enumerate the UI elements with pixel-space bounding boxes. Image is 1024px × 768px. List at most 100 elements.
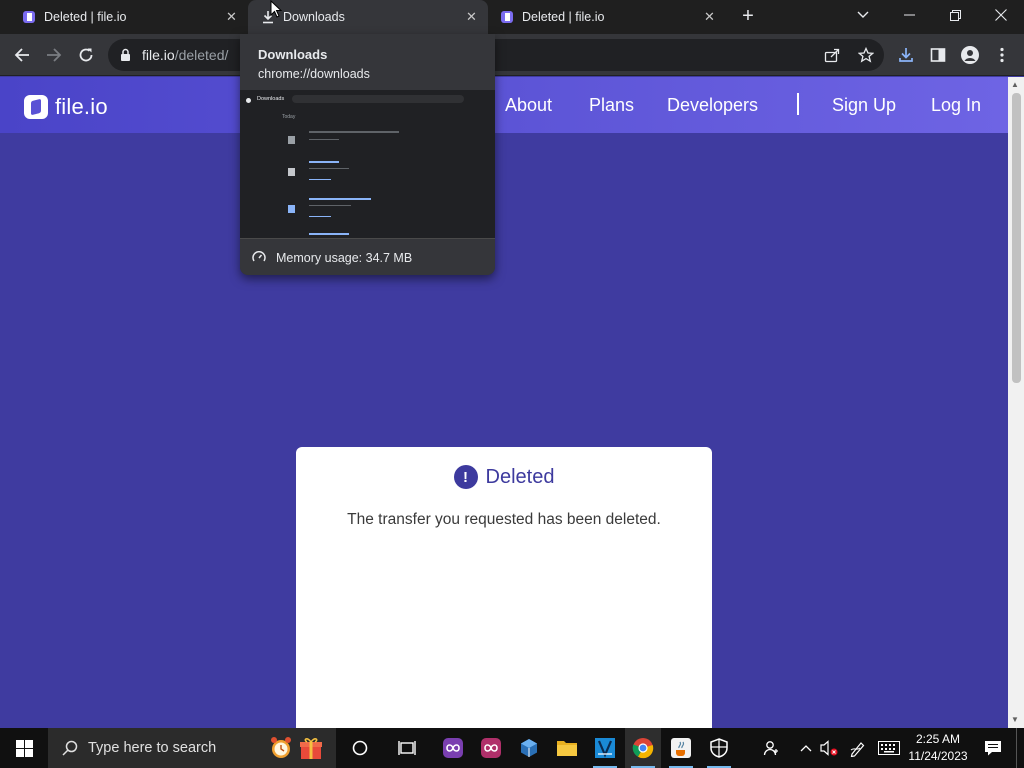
nav-sign-up-link[interactable]: Sign Up (832, 95, 896, 116)
preview-file-icon (288, 136, 295, 144)
preview-line (309, 205, 351, 206)
reload-icon[interactable] (74, 43, 98, 67)
tray-overflow-chevron-icon[interactable] (796, 728, 816, 768)
chrome-taskbar-icon[interactable] (625, 728, 661, 768)
taskbar-clock[interactable]: 2:25 AM 11/24/2023 (905, 731, 971, 765)
preview-section-label: Today (282, 114, 296, 120)
close-window-button[interactable] (978, 0, 1024, 30)
show-desktop-button[interactable] (1016, 728, 1017, 768)
tab-strip: Deleted | file.io ✕ Downloads ✕ Deleted … (0, 0, 1024, 34)
browser-toolbar: file.io/deleted/ (0, 34, 1024, 76)
new-tab-button[interactable]: + (738, 5, 758, 27)
lock-icon[interactable] (120, 48, 131, 62)
nav-divider (797, 93, 799, 115)
side-panel-icon[interactable] (926, 43, 950, 67)
url-path: /deleted/ (174, 47, 229, 63)
downloads-icon[interactable] (894, 43, 918, 67)
touch-keyboard-icon[interactable] (876, 728, 902, 768)
pen-workspace-icon[interactable] (846, 728, 870, 768)
taskbar-search-box[interactable]: Type here to search (48, 728, 336, 768)
tab-label: Deleted | file.io (522, 10, 605, 24)
deleted-card: ! Deleted The transfer you requested has… (296, 447, 712, 728)
search-icon (62, 740, 78, 756)
tab-close-icon[interactable]: ✕ (226, 9, 237, 25)
scrollbar-thumb[interactable] (1012, 93, 1021, 383)
back-arrow-icon[interactable] (10, 43, 34, 67)
tab-close-icon[interactable]: ✕ (704, 9, 715, 25)
fileio-favicon-icon (501, 11, 513, 23)
preview-link (309, 161, 339, 163)
java-app-icon[interactable] (663, 728, 699, 768)
action-center-icon[interactable] (980, 728, 1006, 768)
preview-link (309, 198, 371, 200)
hover-card-url: chrome://downloads (258, 67, 370, 81)
tab-hover-card: Downloads chrome://downloads Downloads T… (240, 34, 495, 275)
app-infinity-purple-icon[interactable] (436, 728, 470, 768)
people-icon[interactable] (758, 728, 784, 768)
clock-time: 2:25 AM (915, 732, 961, 746)
nav-plans-link[interactable]: Plans (589, 95, 634, 116)
tab-downloads[interactable]: Downloads ✕ (248, 0, 488, 34)
preview-line (309, 168, 349, 169)
profile-avatar-icon[interactable] (958, 43, 982, 67)
windows-security-icon[interactable] (701, 728, 737, 768)
task-view-icon[interactable] (391, 728, 423, 768)
windows-taskbar: Type here to search 2:25 AM 11/24/2023 (0, 728, 1024, 768)
fileio-logo-icon (24, 95, 48, 119)
tab-deleted-2[interactable]: Deleted | file.io ✕ (488, 0, 728, 34)
tab-preview-thumbnail: Downloads Today (240, 90, 495, 238)
card-header: ! Deleted (296, 465, 712, 489)
tab-deleted-1[interactable]: Deleted | file.io ✕ (0, 0, 248, 34)
minimize-button[interactable] (886, 0, 932, 30)
url-text: file.io/deleted/ (142, 47, 228, 63)
memory-gauge-icon (252, 251, 266, 262)
memory-usage-text: Memory usage: 34.7 MB (276, 251, 413, 265)
windows-start-icon[interactable] (0, 728, 48, 768)
scroll-down-arrow-icon[interactable]: ▼ (1011, 715, 1019, 724)
tab-label: Downloads (283, 10, 345, 24)
page-scrollbar[interactable]: ▲ ▼ (1008, 77, 1024, 728)
bookmark-star-icon[interactable] (854, 43, 878, 67)
tab-close-icon[interactable]: ✕ (466, 9, 477, 25)
virtualbox-cube-icon[interactable] (512, 728, 546, 768)
app-blue-k-icon[interactable] (588, 728, 622, 768)
nav-about-link[interactable]: About (505, 95, 552, 116)
restore-button[interactable] (932, 0, 978, 30)
preview-logo-icon (246, 98, 251, 103)
preview-link (309, 216, 331, 217)
url-host: file.io (142, 47, 175, 63)
alarm-clock-icon[interactable] (269, 735, 293, 761)
page-viewport: file.io About Plans Developers Sign Up L… (0, 77, 1008, 728)
nav-log-in-link[interactable]: Log In (931, 95, 981, 116)
gift-box-icon[interactable] (299, 736, 323, 760)
logo-text: file.io (55, 94, 108, 119)
hover-card-title: Downloads (258, 47, 328, 62)
site-logo[interactable]: file.io (24, 94, 108, 120)
preview-file-icon (288, 168, 295, 176)
preview-search-bar (292, 95, 464, 103)
cortana-circle-icon[interactable] (344, 728, 376, 768)
nav-developers-link[interactable]: Developers (667, 95, 758, 116)
chrome-menu-icon[interactable] (990, 43, 1014, 67)
site-navbar: file.io About Plans Developers Sign Up L… (0, 77, 1008, 133)
file-explorer-icon[interactable] (550, 728, 584, 768)
search-placeholder: Type here to search (88, 740, 217, 756)
preview-line (309, 131, 399, 133)
tab-search-chevron-icon[interactable] (840, 0, 886, 30)
scroll-up-arrow-icon[interactable]: ▲ (1011, 80, 1019, 89)
preview-link (309, 179, 331, 180)
address-bar[interactable]: file.io/deleted/ (108, 39, 884, 71)
preview-header: Downloads (257, 96, 285, 102)
volume-muted-icon[interactable] (818, 728, 840, 768)
fileio-favicon-icon (23, 11, 35, 23)
app-infinity-red-icon[interactable] (474, 728, 508, 768)
preview-file-icon (288, 205, 295, 213)
preview-link (309, 233, 349, 235)
preview-line (309, 139, 339, 140)
share-icon[interactable] (820, 43, 844, 67)
hover-card-footer: Memory usage: 34.7 MB (240, 238, 495, 275)
card-message: The transfer you requested has been dele… (347, 511, 661, 528)
card-title: Deleted (485, 465, 555, 488)
tab-label: Deleted | file.io (44, 10, 127, 24)
forward-arrow-icon[interactable] (42, 43, 66, 67)
